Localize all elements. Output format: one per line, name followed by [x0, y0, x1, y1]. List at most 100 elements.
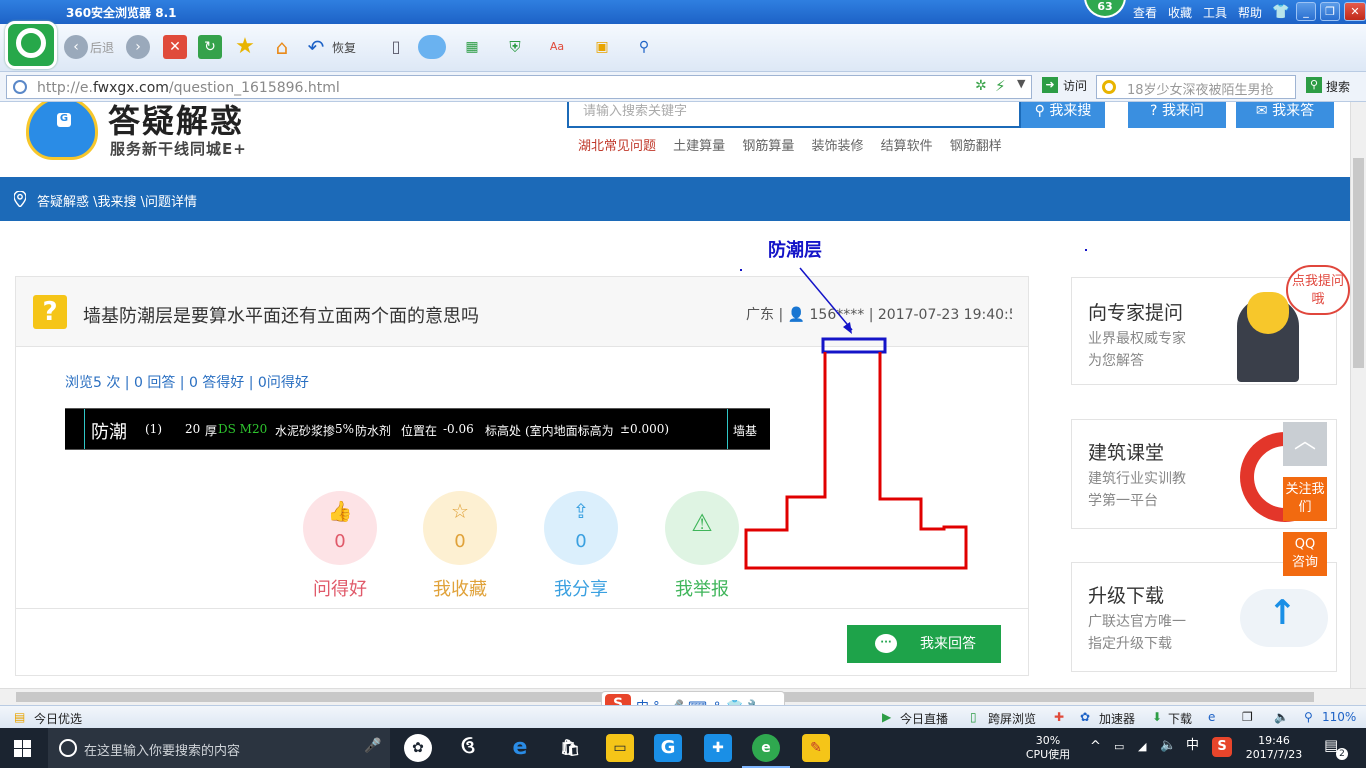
ask-bubble-button[interactable]: 点我提问哦: [1286, 265, 1350, 315]
tray-chevron-icon[interactable]: ^: [1090, 740, 1101, 754]
notes-app-icon[interactable]: ✎: [802, 734, 830, 762]
hot-link-hubei[interactable]: 湖北常见问题: [578, 139, 656, 154]
close-button[interactable]: ✕: [1344, 2, 1366, 21]
action-circle[interactable]: ⇪ 0: [544, 491, 618, 565]
maximize-button[interactable]: ❐: [1320, 2, 1340, 21]
follow-us-button[interactable]: 关注我们: [1283, 477, 1327, 521]
sync-app-icon[interactable]: ✚: [704, 734, 732, 762]
glodon-app-icon[interactable]: G: [654, 734, 682, 762]
back-to-top-button[interactable]: ︿: [1283, 422, 1327, 466]
ask-button[interactable]: ? 我来问: [1128, 102, 1226, 128]
restore-button-label[interactable]: 恢复: [332, 36, 356, 60]
menu-view[interactable]: 查看: [1133, 4, 1157, 21]
forward-icon[interactable]: ›: [126, 35, 150, 59]
input-language[interactable]: 中: [1186, 739, 1199, 753]
search-button[interactable]: 搜索: [1326, 78, 1350, 95]
edge-browser-icon[interactable]: e: [506, 734, 534, 762]
vertical-scrollbar[interactable]: [1350, 102, 1366, 688]
answer-button-label[interactable]: 我来回答: [920, 625, 976, 663]
card-download[interactable]: 升级下载 广联达官方唯一 指定升级下载 ↑: [1071, 562, 1337, 672]
battery-icon[interactable]: ▭: [1114, 740, 1124, 754]
search-icon[interactable]: ⚲: [1306, 77, 1322, 93]
menu-help[interactable]: 帮助: [1238, 4, 1262, 21]
search-engine-icon[interactable]: [1102, 80, 1116, 94]
back-icon[interactable]: ‹: [64, 35, 88, 59]
action-good-question[interactable]: 👍 0 问得好: [302, 491, 378, 601]
taskbar-search-placeholder[interactable]: 在这里输入你要搜索的内容: [84, 740, 240, 759]
home-icon[interactable]: ⌂: [270, 35, 294, 59]
action-favorite[interactable]: ☆ 0 我收藏: [422, 491, 498, 601]
hot-link-decoration[interactable]: 装饰装修: [811, 139, 863, 154]
hot-link-rebar[interactable]: 钢筋算量: [742, 139, 794, 154]
action-label[interactable]: 问得好: [302, 575, 378, 601]
shield-icon[interactable]: ⛨: [503, 35, 527, 59]
go-button[interactable]: 访问: [1063, 77, 1087, 94]
back-button-label[interactable]: 后退: [90, 36, 114, 60]
card-title[interactable]: 升级下载: [1088, 581, 1164, 608]
gift-icon[interactable]: ▤: [14, 710, 25, 724]
sogou-tray-icon[interactable]: S: [1212, 737, 1232, 757]
apps-icon[interactable]: ▦: [460, 35, 484, 59]
browser-360-taskbar-icon[interactable]: e: [742, 734, 790, 768]
download[interactable]: 下载: [1168, 710, 1192, 727]
browser-search-field[interactable]: 18岁少女深夜被陌生男抢: [1096, 75, 1296, 99]
hot-link-civil[interactable]: 土建算量: [673, 139, 725, 154]
notification-count-badge[interactable]: 63: [1084, 0, 1126, 18]
today-picks[interactable]: 今日优选: [34, 710, 82, 727]
refresh-icon[interactable]: ↻: [198, 35, 222, 59]
mobile-icon[interactable]: ▯: [384, 35, 408, 59]
accelerator[interactable]: 加速器: [1099, 710, 1135, 727]
action-report[interactable]: ⚠ 我举报: [664, 491, 740, 601]
question-user[interactable]: 156****: [810, 307, 865, 323]
task-view-icon[interactable]: ✿: [404, 734, 432, 762]
zoom-level[interactable]: 110%: [1322, 710, 1356, 724]
window-icon[interactable]: ❐: [1242, 710, 1253, 724]
scroll-thumb[interactable]: [1353, 158, 1364, 368]
action-circle[interactable]: ⚠: [665, 491, 739, 565]
text-size-icon[interactable]: Aa: [545, 35, 569, 59]
minimize-button[interactable]: _: [1296, 2, 1316, 21]
start-windows-icon[interactable]: [14, 740, 31, 757]
clock[interactable]: 19:46 2017/7/23: [1244, 734, 1304, 762]
cloud-icon[interactable]: [418, 35, 446, 59]
dropdown-icon[interactable]: ▼: [1017, 77, 1025, 90]
action-circle[interactable]: ☆ 0: [423, 491, 497, 565]
microphone-icon[interactable]: 🎤: [364, 738, 381, 754]
store-icon[interactable]: 🛍: [556, 734, 584, 762]
taskbar-search-box[interactable]: 在这里输入你要搜索的内容 🎤: [48, 728, 390, 768]
site-search-input[interactable]: 请输入搜索关键字: [567, 102, 1021, 128]
url-field[interactable]: http://e.fwxgx.com/question_1615896.html…: [6, 75, 1032, 99]
today-live[interactable]: 今日直播: [900, 710, 948, 727]
wifi-icon[interactable]: ◢: [1138, 740, 1146, 754]
hot-link-settlement[interactable]: 结算软件: [881, 139, 933, 154]
action-label[interactable]: 我举报: [664, 575, 740, 601]
action-label[interactable]: 我分享: [543, 575, 619, 601]
breadcrumb[interactable]: 答疑解惑 \我来搜 \问题详情: [37, 191, 197, 210]
card-title[interactable]: 建筑课堂: [1088, 438, 1164, 465]
answer-button[interactable]: ··· 我来回答: [847, 625, 1001, 663]
ie-icon[interactable]: e: [1208, 710, 1215, 724]
skin-shirt-icon[interactable]: 👕: [1272, 4, 1289, 20]
action-circle[interactable]: 👍 0: [303, 491, 377, 565]
plugin-icon[interactable]: ✚: [1054, 710, 1064, 724]
stop-icon[interactable]: ✕: [163, 35, 187, 59]
file-explorer-icon[interactable]: ▭: [606, 734, 634, 762]
lightning-icon[interactable]: ⚡: [995, 77, 1006, 95]
screenshot-icon[interactable]: ▣: [590, 35, 614, 59]
hot-link-rebar-layout[interactable]: 钢筋翻样: [950, 139, 1002, 154]
restore-icon[interactable]: ↶: [304, 35, 328, 59]
volume-icon[interactable]: 🔈: [1274, 710, 1289, 724]
speaker-icon[interactable]: 🔈: [1160, 739, 1176, 753]
app-swirl-icon[interactable]: ઉ: [454, 734, 482, 762]
action-label[interactable]: 我收藏: [422, 575, 498, 601]
zoom-icon[interactable]: ⚲: [632, 35, 656, 59]
menu-favorites[interactable]: 收藏: [1168, 4, 1192, 21]
cross-screen-browse[interactable]: 跨屏浏览: [988, 710, 1036, 727]
qq-consult-button[interactable]: QQ 咨询: [1283, 532, 1327, 576]
action-share[interactable]: ⇪ 0 我分享: [543, 491, 619, 601]
favorite-star-icon[interactable]: ★: [233, 35, 257, 59]
url-text[interactable]: http://e.fwxgx.com/question_1615896.html: [37, 80, 340, 96]
menu-tools[interactable]: 工具: [1203, 4, 1227, 21]
site-title[interactable]: 答疑解惑: [108, 102, 244, 142]
card-title[interactable]: 向专家提问: [1088, 298, 1183, 325]
